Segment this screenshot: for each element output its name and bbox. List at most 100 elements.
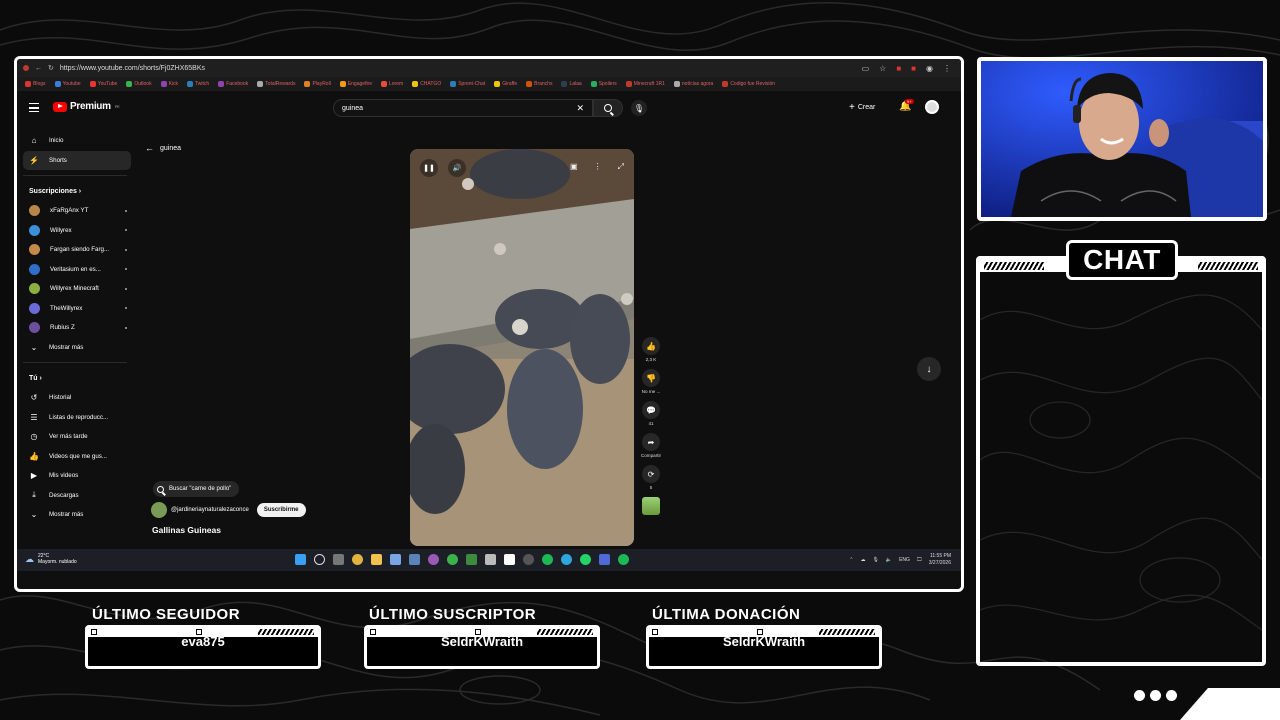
bookmark-item[interactable]: notícias agora: [673, 81, 713, 87]
bookmark-item[interactable]: Facebook: [218, 81, 248, 87]
task-view-icon[interactable]: [333, 554, 344, 565]
short-video-player[interactable]: ❚❚ 🔊 ▣ ⋮ ⤢: [410, 149, 634, 546]
sidebar-item[interactable]: Veritasium en es...: [23, 260, 131, 280]
menu-icon[interactable]: [29, 103, 39, 112]
more-options-icon[interactable]: ⋮: [594, 162, 602, 172]
network-icon[interactable]: 🖵: [917, 557, 922, 563]
xbox-icon[interactable]: [447, 554, 458, 565]
steam-icon[interactable]: [409, 554, 420, 565]
comments-button[interactable]: 💬: [642, 401, 660, 419]
bookmark-item[interactable]: Branchs: [526, 81, 552, 87]
bookmark-item[interactable]: Twitch: [187, 81, 209, 87]
profile-icon[interactable]: ◉: [926, 64, 933, 73]
voice-search-button[interactable]: 🎙: [631, 100, 647, 116]
sidebar-item[interactable]: Willyrex: [23, 221, 131, 241]
clock[interactable]: 11:55 PM 3/27/2026: [929, 553, 951, 567]
sidebar-item[interactable]: ↺ Historial: [23, 388, 131, 408]
back-arrow-icon[interactable]: ←: [35, 65, 42, 72]
url-field[interactable]: https://www.youtube.com/shorts/Fj0ZHX65B…: [60, 65, 205, 72]
create-button[interactable]: + Crear: [849, 102, 875, 113]
sidebar-item[interactable]: ⚡ Shorts: [23, 150, 131, 170]
pause-button[interactable]: ❚❚: [420, 159, 438, 177]
fullscreen-icon[interactable]: ⤢: [618, 162, 624, 172]
sidebar-item[interactable]: 👍 Videos que me gus...: [23, 447, 131, 467]
obs-icon[interactable]: [523, 554, 534, 565]
you-heading[interactable]: Tú ›: [23, 368, 131, 388]
app-icon[interactable]: [428, 554, 439, 565]
onedrive-icon[interactable]: ☁: [860, 557, 865, 563]
related-search-chip[interactable]: Buscar "carne de pollo": [153, 481, 240, 497]
remix-button[interactable]: ⟳: [642, 465, 660, 483]
telegram-icon[interactable]: [561, 554, 572, 565]
bookmark-item[interactable]: Lorem: [381, 81, 403, 87]
bookmark-item[interactable]: Codigo fue Revisión: [722, 81, 775, 87]
minecraft-icon[interactable]: [466, 554, 477, 565]
avatar[interactable]: [925, 100, 939, 114]
address-bar[interactable]: ← ↻ https://www.youtube.com/shorts/Fj0ZH…: [17, 59, 961, 77]
sound-thumbnail[interactable]: [642, 497, 660, 515]
channel-avatar[interactable]: [151, 502, 167, 518]
whatsapp-icon[interactable]: [580, 554, 591, 565]
menu-icon[interactable]: ⋮: [943, 64, 951, 73]
capcut-icon[interactable]: [504, 554, 515, 565]
sidebar-item[interactable]: ☰ Listas de reproducc...: [23, 408, 131, 428]
chrome-icon[interactable]: [352, 554, 363, 565]
sidebar-item[interactable]: Willyrex Minecraft: [23, 279, 131, 299]
like-button[interactable]: 👍: [642, 337, 660, 355]
star-icon[interactable]: ☆: [879, 64, 886, 73]
channel-name[interactable]: @jardineriaynaturalezaconce: [171, 507, 249, 513]
show-more-button[interactable]: ⌄ Mostrar más: [23, 338, 131, 358]
bookmark-item[interactable]: Lalaa: [561, 81, 582, 87]
sidebar-item[interactable]: TheWillyrex: [23, 299, 131, 319]
volume-icon[interactable]: 🔊: [448, 159, 466, 177]
sidebar-item[interactable]: ⤓ Descargas: [23, 486, 131, 506]
language-indicator[interactable]: ENG: [899, 557, 910, 563]
extension-icon[interactable]: ■: [911, 64, 916, 73]
extension-icon[interactable]: ■: [896, 64, 901, 73]
file-explorer-icon[interactable]: [371, 554, 382, 565]
subscribe-button[interactable]: Suscribirme: [256, 503, 306, 517]
bookmark-item[interactable]: Blogs: [25, 81, 46, 87]
bookmark-item[interactable]: Engagefire: [339, 81, 372, 87]
bookmark-item[interactable]: Minecraft 1R1: [625, 81, 665, 87]
app-icon[interactable]: [599, 554, 610, 565]
bookmark-item[interactable]: YouTube: [89, 81, 117, 87]
tab-close-icon[interactable]: [23, 65, 29, 71]
reload-icon[interactable]: ↻: [48, 64, 54, 72]
show-more-button[interactable]: ⌄ Mostrar más: [23, 505, 131, 525]
microphone-icon[interactable]: 🎙: [872, 557, 878, 563]
bookmark-item[interactable]: Spoilers: [590, 81, 617, 87]
next-short-button[interactable]: ↓: [917, 357, 941, 381]
search-icon[interactable]: [314, 554, 325, 565]
sidebar-item[interactable]: ◷ Ver más tarde: [23, 427, 131, 447]
back-button[interactable]: ← guinea: [145, 143, 181, 153]
bookmark-item[interactable]: Outlook: [126, 81, 152, 87]
app-icon[interactable]: [485, 554, 496, 565]
dislike-button[interactable]: 👎: [642, 369, 660, 387]
bookmark-item[interactable]: CHATGO: [412, 81, 441, 87]
bookmark-item[interactable]: Youtube: [54, 81, 81, 87]
weather-widget[interactable]: ☁ 22°C Mayorm. nublado: [25, 553, 77, 565]
subscriptions-heading[interactable]: Suscripciones ›: [23, 181, 131, 201]
clear-search-icon[interactable]: ✕: [576, 103, 584, 114]
sidebar-item[interactable]: ▶ Mis videos: [23, 466, 131, 486]
captions-icon[interactable]: ▣: [570, 162, 578, 172]
store-icon[interactable]: [390, 554, 401, 565]
sidebar-item[interactable]: Fargan siendo Farg...: [23, 240, 131, 260]
spotify-icon[interactable]: [542, 554, 553, 565]
share-button[interactable]: ➦: [642, 433, 660, 451]
search-button[interactable]: [593, 99, 623, 117]
notifications-button[interactable]: 🔔 9+: [899, 99, 914, 112]
search-input[interactable]: guinea ✕: [333, 99, 593, 117]
bookmark-item[interactable]: PlayRoll: [304, 81, 331, 87]
sidebar-item[interactable]: xFaRgAnx YT: [23, 201, 131, 221]
youtube-logo[interactable]: Premium PE: [53, 101, 120, 112]
sidebar-item[interactable]: Rubius Z: [23, 318, 131, 338]
chevron-up-icon[interactable]: ⌃: [849, 557, 853, 563]
sidebar-item[interactable]: ⌂ Inicio: [23, 131, 131, 151]
spotify-icon[interactable]: [618, 554, 629, 565]
windows-start-icon[interactable]: [295, 554, 306, 565]
volume-icon[interactable]: 🔈: [886, 557, 892, 563]
bookmark-item[interactable]: Kick: [160, 81, 178, 87]
bookmark-item[interactable]: Giraffe: [494, 81, 517, 87]
